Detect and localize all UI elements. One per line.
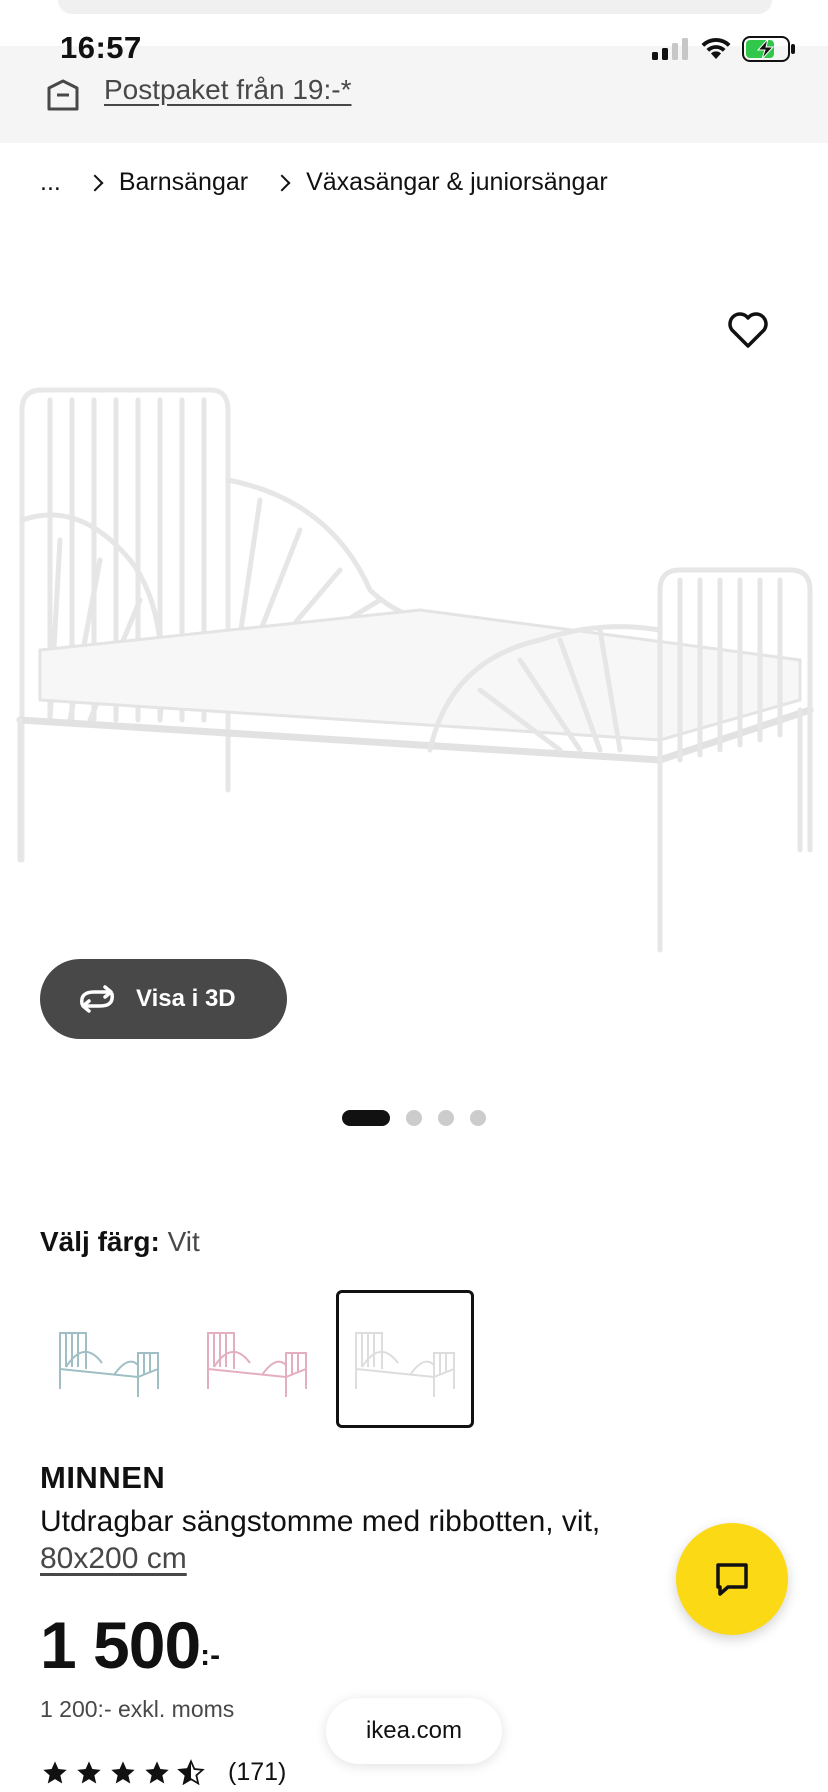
color-swatch-turquoise[interactable] — [40, 1290, 178, 1428]
product-name: MINNEN — [40, 1460, 166, 1495]
color-swatch-white[interactable] — [336, 1290, 474, 1428]
breadcrumb: ... Barnsängar Växasängar & juniorsängar — [40, 168, 608, 197]
bed-thumbnail — [207, 1332, 307, 1397]
product-rating[interactable]: (171) — [40, 1758, 286, 1787]
star-icon — [77, 1760, 101, 1783]
chevron-right-icon — [273, 174, 291, 191]
price-main: 1 500 — [40, 1608, 201, 1682]
price-excl-vat: 1 200:- exkl. moms — [40, 1696, 235, 1722]
carousel-dot-1[interactable] — [342, 1110, 390, 1126]
breadcrumb-ellipsis[interactable]: ... — [40, 168, 61, 197]
product-size-link[interactable]: 80x200 cm — [40, 1542, 187, 1576]
chat-button[interactable] — [676, 1523, 788, 1635]
browser-url-bar[interactable]: ikea.com — [326, 1698, 502, 1764]
star-icon — [145, 1760, 169, 1783]
heart-outline-icon[interactable] — [726, 308, 770, 352]
price-suffix: :- — [200, 1639, 221, 1672]
carousel-dot-2[interactable] — [406, 1110, 422, 1126]
product-image[interactable] — [0, 360, 828, 960]
color-swatch-pink[interactable] — [188, 1290, 326, 1428]
chat-bubble-icon — [716, 1563, 748, 1596]
product-description: Utdragbar sängstomme med ribbotten, vit, — [40, 1505, 601, 1538]
bed-illustration — [16, 387, 814, 953]
color-selected-value: Vit — [167, 1226, 200, 1257]
rotate-3d-icon — [80, 985, 114, 1013]
color-selector-label: Välj färg: — [40, 1226, 160, 1257]
bed-thumbnail — [59, 1332, 159, 1397]
delivery-box-icon — [47, 79, 79, 111]
color-selector-heading: Välj färg: Vit — [40, 1226, 200, 1258]
view-3d-label: Visa i 3D — [136, 985, 236, 1012]
delivery-info-link[interactable]: Postpaket från 19:-* — [104, 74, 351, 106]
star-icon — [43, 1760, 67, 1783]
product-price: 1 500 :- — [40, 1610, 220, 1680]
view-3d-button[interactable]: Visa i 3D — [40, 959, 287, 1039]
color-swatches — [40, 1290, 474, 1428]
chevron-right-icon — [86, 174, 104, 191]
carousel-dot-3[interactable] — [438, 1110, 454, 1126]
star-icon — [111, 1760, 135, 1783]
breadcrumb-item-vaxasangar[interactable]: Växasängar & juniorsängar — [306, 168, 608, 197]
carousel-dot-4[interactable] — [470, 1110, 486, 1126]
star-half-icon — [177, 1758, 205, 1785]
bed-thumbnail — [355, 1332, 455, 1397]
breadcrumb-item-barnsangar[interactable]: Barnsängar — [119, 168, 248, 197]
carousel-indicator — [342, 1110, 486, 1126]
rating-count: (171) — [228, 1758, 287, 1786]
